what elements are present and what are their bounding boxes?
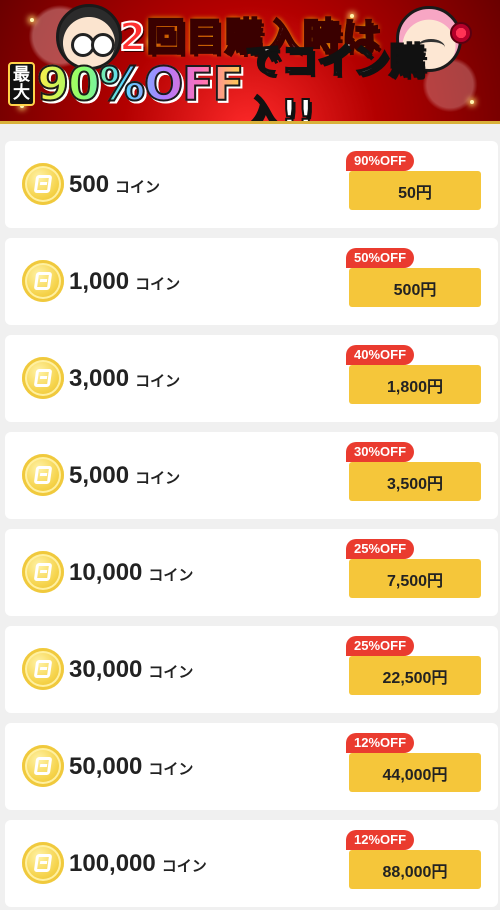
promo-banner[interactable]: 2回目購入時は 最 大 90%OFF でコイン購入!! [0, 0, 500, 124]
buy-button[interactable]: 44,000円 [349, 753, 481, 792]
coin-unit: コイン [161, 858, 207, 875]
discount-badge: 12%OFF [346, 830, 415, 850]
discount-badge: 90%OFF [346, 151, 415, 171]
price-label: 7,500円 [386, 572, 444, 590]
banner-suffix: でコイン購入!! [244, 40, 426, 124]
coin-package-row[interactable]: 100,000 コイン 88,000円 12%OFF [5, 820, 498, 907]
buy-button[interactable]: 50円 [349, 171, 481, 210]
coin-icon [22, 260, 64, 302]
buy-button[interactable]: 7,500円 [349, 559, 481, 598]
coin-unit: コイン [115, 179, 161, 196]
coin-amount: 500 コイン [69, 167, 160, 203]
coin-unit: コイン [148, 761, 194, 778]
coin-quantity: 50,000 [69, 753, 143, 780]
banner-headline-number: 2 [118, 14, 147, 60]
coin-amount: 30,000 コイン [69, 652, 193, 688]
banner-subheadline: 最 大 90%OFF でコイン購入!! [8, 40, 492, 121]
coin-amount: 1,000 コイン [69, 264, 180, 300]
coin-unit: コイン [148, 567, 194, 584]
coin-glyph [33, 272, 53, 290]
coin-package-row[interactable]: 50,000 コイン 44,000円 12%OFF [5, 723, 498, 810]
discount-badge: 25%OFF [346, 539, 415, 559]
coin-quantity: 10,000 [69, 559, 143, 586]
coin-amount: 50,000 コイン [69, 749, 193, 785]
max-label-char: 大 [13, 83, 30, 103]
coin-package-row[interactable]: 30,000 コイン 22,500円 25%OFF [5, 626, 498, 713]
coin-unit: コイン [135, 373, 181, 390]
coin-package-row[interactable]: 1,000 コイン 500円 50%OFF [5, 238, 498, 325]
buy-button[interactable]: 88,000円 [349, 850, 481, 889]
price-label: 50円 [398, 184, 432, 202]
coin-glyph [33, 660, 53, 678]
coin-glyph [33, 563, 53, 581]
discount-badge: 40%OFF [346, 345, 415, 365]
coin-icon [22, 842, 64, 884]
coin-glyph [33, 466, 53, 484]
max-label: 最 大 [8, 62, 35, 106]
coin-icon [22, 551, 64, 593]
coin-quantity: 1,000 [69, 268, 130, 295]
buy-button[interactable]: 22,500円 [349, 656, 481, 695]
coin-package-row[interactable]: 500 コイン 50円 90%OFF [5, 141, 498, 228]
buy-button[interactable]: 500円 [349, 268, 481, 307]
coin-unit: コイン [135, 276, 181, 293]
coin-unit: コイン [148, 664, 194, 681]
buy-button[interactable]: 1,800円 [349, 365, 481, 404]
discount-badge: 50%OFF [346, 248, 415, 268]
price-label: 22,500円 [382, 669, 448, 687]
coin-amount: 10,000 コイン [69, 555, 193, 591]
price-label: 3,500円 [386, 475, 444, 493]
price-label: 88,000円 [382, 863, 448, 881]
max-label-char: 最 [13, 65, 30, 85]
buy-button[interactable]: 3,500円 [349, 462, 481, 501]
coin-glyph [33, 175, 53, 193]
coin-amount: 5,000 コイン [69, 458, 180, 494]
coin-amount: 100,000 コイン [69, 846, 207, 882]
discount-badge: 30%OFF [346, 442, 415, 462]
discount-badge: 25%OFF [346, 636, 415, 656]
coin-amount: 3,000 コイン [69, 361, 180, 397]
coin-quantity: 30,000 [69, 656, 143, 683]
coin-quantity: 100,000 [69, 850, 156, 877]
coin-icon [22, 163, 64, 205]
coin-quantity: 3,000 [69, 365, 130, 392]
banner-discount: 90%OFF [36, 56, 245, 112]
price-label: 44,000円 [382, 766, 448, 784]
coin-quantity: 500 [69, 171, 110, 198]
coin-package-row[interactable]: 3,000 コイン 1,800円 40%OFF [5, 335, 498, 422]
coin-icon [22, 648, 64, 690]
price-label: 500円 [393, 281, 437, 299]
discount-badge: 12%OFF [346, 733, 415, 753]
coin-package-row[interactable]: 10,000 コイン 7,500円 25%OFF [5, 529, 498, 616]
coin-glyph [33, 369, 53, 387]
price-label: 1,800円 [386, 378, 444, 396]
coin-icon [22, 454, 64, 496]
coin-unit: コイン [135, 470, 181, 487]
coin-glyph [33, 854, 53, 872]
coin-icon [22, 745, 64, 787]
coin-package-row[interactable]: 5,000 コイン 3,500円 30%OFF [5, 432, 498, 519]
coin-icon [22, 357, 64, 399]
coin-glyph [33, 757, 53, 775]
coin-quantity: 5,000 [69, 462, 130, 489]
